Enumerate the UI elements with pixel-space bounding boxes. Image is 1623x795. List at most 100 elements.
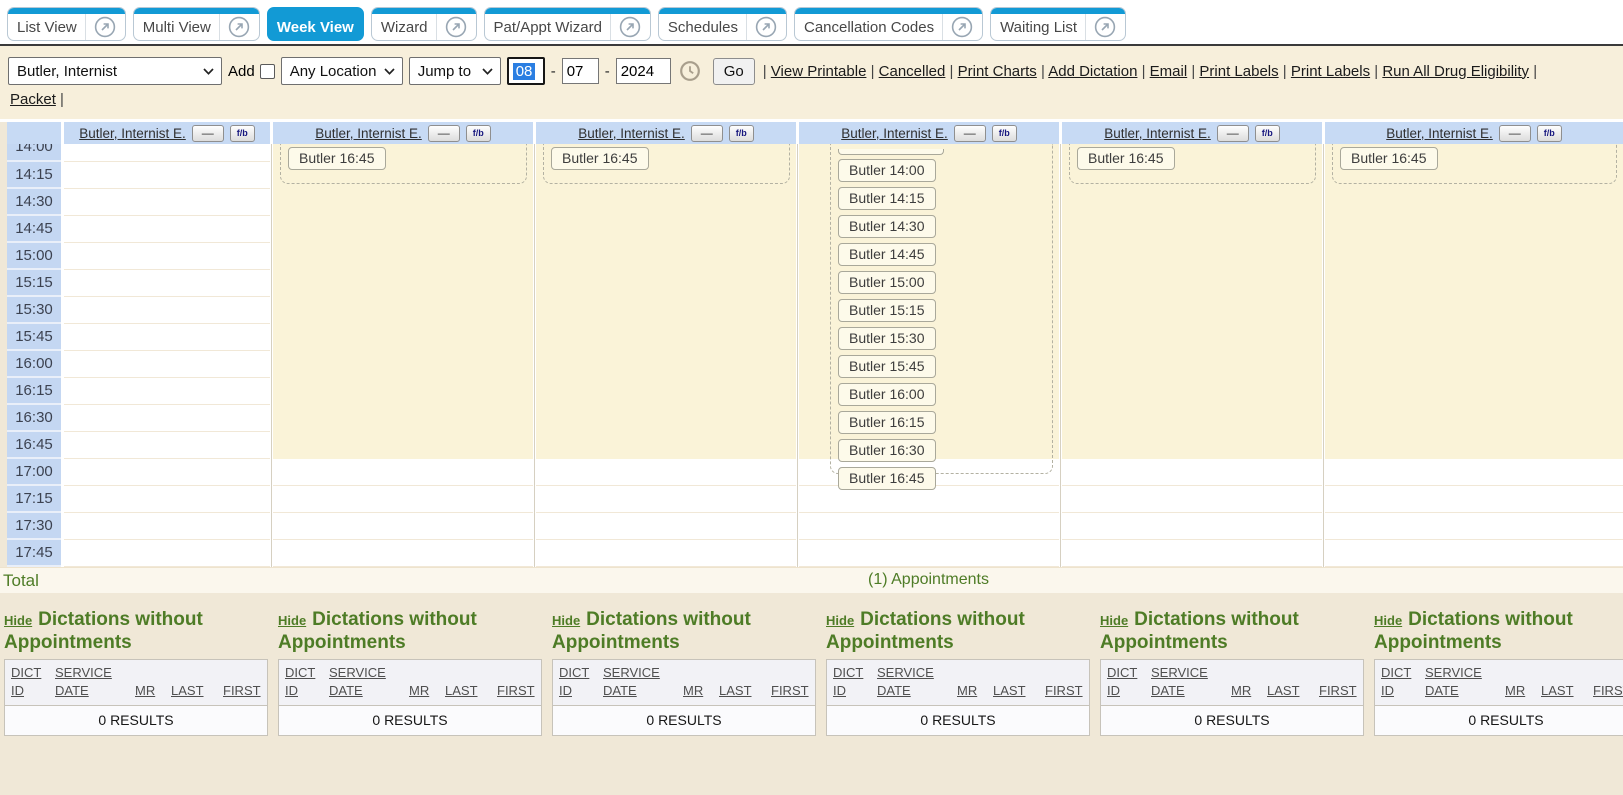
time-slot-16-15[interactable]	[1062, 378, 1322, 405]
time-slot-15-15[interactable]	[64, 270, 270, 297]
time-slot-15-00[interactable]	[273, 243, 533, 270]
appointment-button-butler-15-45[interactable]: Butler 15:45	[838, 355, 936, 378]
time-slot-17-00[interactable]	[64, 459, 270, 486]
jump-to-select[interactable]: Jump to	[409, 57, 501, 85]
time-slot-17-15[interactable]	[1062, 486, 1322, 513]
time-slot-17-15[interactable]	[64, 486, 270, 513]
time-slot-16-30[interactable]	[536, 405, 796, 432]
tab-list-view[interactable]: List View	[7, 7, 126, 41]
time-slot-14-30[interactable]	[536, 189, 796, 216]
hide-link[interactable]: Hide	[4, 613, 32, 628]
column-header-link[interactable]: DICT	[11, 664, 41, 683]
time-slot-17-30[interactable]	[273, 513, 533, 540]
time-slot-17-30[interactable]	[799, 513, 1059, 540]
collapse-button[interactable]: —	[691, 125, 723, 142]
column-header-link[interactable]: DATE	[55, 682, 89, 701]
time-slot-16-15[interactable]	[64, 378, 270, 405]
tab-pat-appt-wizard[interactable]: Pat/Appt Wizard	[484, 7, 651, 41]
time-slot-14-00[interactable]	[64, 144, 270, 162]
tab-waiting-list[interactable]: Waiting List	[990, 7, 1126, 41]
time-slot-15-15[interactable]	[273, 270, 533, 297]
collapse-button[interactable]: —	[954, 125, 986, 142]
collapse-button[interactable]: —	[428, 125, 460, 142]
time-slot-15-00[interactable]	[1325, 243, 1623, 270]
link-print-charts[interactable]: Print Charts	[958, 63, 1037, 80]
column-header-link[interactable]: MR	[135, 682, 155, 701]
appointment-button-butler-14-45[interactable]: Butler 14:45	[838, 243, 936, 266]
column-header-link[interactable]: FIRST	[1593, 682, 1623, 701]
time-slot-14-30[interactable]	[273, 189, 533, 216]
link-run-all-drug-eligibility[interactable]: Run All Drug Eligibility	[1382, 63, 1529, 80]
forward-back-button[interactable]: f/b	[729, 125, 754, 142]
time-slot-15-45[interactable]	[536, 324, 796, 351]
time-slot-17-00[interactable]	[273, 459, 533, 486]
column-header-link[interactable]: ID	[1107, 682, 1120, 701]
go-button[interactable]: Go	[713, 58, 755, 85]
time-slot-17-15[interactable]	[1325, 486, 1623, 513]
time-slot-16-45[interactable]	[536, 432, 796, 459]
time-slot-15-15[interactable]	[1062, 270, 1322, 297]
column-header-link[interactable]: DICT	[1107, 664, 1137, 683]
time-slot-17-45[interactable]	[1062, 540, 1322, 567]
time-slot-17-45[interactable]	[536, 540, 796, 567]
time-slot-16-45[interactable]	[64, 432, 270, 459]
column-header-link[interactable]: FIRST	[1319, 682, 1357, 701]
column-header-link[interactable]: DATE	[1151, 682, 1185, 701]
column-header-link[interactable]: DATE	[329, 682, 363, 701]
provider-select[interactable]: Butler, Internist	[8, 57, 222, 85]
appointment-button-butler-16-30[interactable]: Butler 16:30	[838, 439, 936, 462]
column-header-link[interactable]: DICT	[559, 664, 589, 683]
time-slot-17-45[interactable]	[799, 540, 1059, 567]
provider-link[interactable]: Butler, Internist E.	[315, 126, 422, 141]
time-slot-17-30[interactable]	[64, 513, 270, 540]
column-header-link[interactable]: FIRST	[1045, 682, 1083, 701]
forward-back-button[interactable]: f/b	[1255, 125, 1280, 142]
link-print-labels[interactable]: Print Labels	[1199, 63, 1278, 80]
time-slot-14-45[interactable]	[273, 216, 533, 243]
time-slot-16-45[interactable]	[1325, 432, 1623, 459]
time-slot-16-45[interactable]	[273, 432, 533, 459]
time-slot-15-30[interactable]	[64, 297, 270, 324]
column-header-link[interactable]: FIRST	[223, 682, 261, 701]
column-header-link[interactable]: DICT	[833, 664, 863, 683]
column-header-link[interactable]: MR	[957, 682, 977, 701]
appointment-button-butler-16-45[interactable]: Butler 16:45	[1077, 147, 1175, 170]
column-header-link[interactable]: SERVICE	[1425, 664, 1482, 683]
time-slot-16-30[interactable]	[64, 405, 270, 432]
column-header-link[interactable]: DATE	[877, 682, 911, 701]
appointment-button-butler-15-30[interactable]: Butler 15:30	[838, 327, 936, 350]
time-slot-17-45[interactable]	[1325, 540, 1623, 567]
appointment-button-butler-16-45[interactable]: Butler 16:45	[551, 147, 649, 170]
appointment-button-clipped[interactable]	[838, 149, 944, 155]
date-month-input[interactable]: 08	[507, 57, 545, 85]
time-slot-14-45[interactable]	[536, 216, 796, 243]
time-slot-15-00[interactable]	[1062, 243, 1322, 270]
column-header-link[interactable]: LAST	[445, 682, 478, 701]
column-header-link[interactable]: DATE	[1425, 682, 1459, 701]
appointment-button-butler-14-30[interactable]: Butler 14:30	[838, 215, 936, 238]
time-slot-15-45[interactable]	[1325, 324, 1623, 351]
appointment-button-butler-14-00[interactable]: Butler 14:00	[838, 159, 936, 182]
collapse-button[interactable]: —	[192, 125, 224, 142]
appointment-button-butler-16-15[interactable]: Butler 16:15	[838, 411, 936, 434]
time-slot-14-45[interactable]	[1325, 216, 1623, 243]
appointment-button-butler-16-00[interactable]: Butler 16:00	[838, 383, 936, 406]
time-slot-14-30[interactable]	[1062, 189, 1322, 216]
time-slot-16-15[interactable]	[536, 378, 796, 405]
time-slot-15-00[interactable]	[64, 243, 270, 270]
column-header-link[interactable]: LAST	[1267, 682, 1300, 701]
time-slot-15-30[interactable]	[536, 297, 796, 324]
time-slot-16-00[interactable]	[536, 351, 796, 378]
appointment-button-butler-14-15[interactable]: Butler 14:15	[838, 187, 936, 210]
forward-back-button[interactable]: f/b	[466, 125, 491, 142]
time-slot-16-00[interactable]	[273, 351, 533, 378]
time-slot-15-15[interactable]	[1325, 270, 1623, 297]
open-new-window-icon[interactable]	[228, 16, 250, 38]
time-slot-14-30[interactable]	[64, 189, 270, 216]
forward-back-button[interactable]: f/b	[1537, 125, 1562, 142]
column-header-link[interactable]: MR	[1231, 682, 1251, 701]
clock-icon[interactable]	[679, 60, 701, 82]
time-slot-17-00[interactable]	[1062, 459, 1322, 486]
time-slot-16-15[interactable]	[1325, 378, 1623, 405]
column-header-link[interactable]: FIRST	[497, 682, 535, 701]
